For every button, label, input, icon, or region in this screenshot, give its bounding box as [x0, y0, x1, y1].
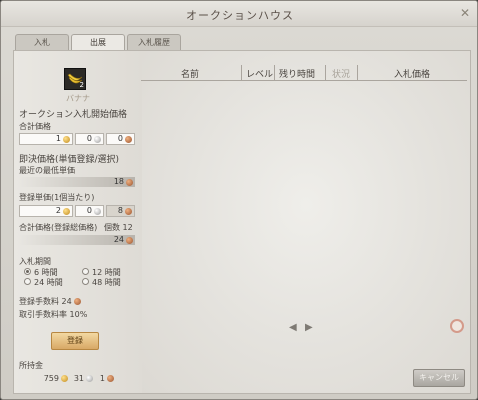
money-gold: 759: [43, 374, 59, 383]
silver-coin-icon: [94, 136, 101, 143]
column-divider: [325, 65, 326, 80]
start-total-label: 合計価格: [19, 122, 51, 131]
buyout-heading: 即決価格(単価登録/選択): [19, 155, 120, 165]
tab-bid[interactable]: 入札: [15, 34, 69, 50]
column-name[interactable]: 名前: [181, 67, 199, 80]
duration-label: 入札期間: [19, 257, 51, 266]
money-label: 所持金: [19, 361, 43, 370]
gold-coin-icon: [63, 136, 70, 143]
column-divider: [274, 65, 275, 80]
start-silver-input[interactable]: 0: [75, 133, 104, 145]
money-copper: 1: [99, 374, 105, 383]
table-header-divider: [141, 80, 467, 81]
money-silver: 31: [73, 374, 84, 383]
silver-coin-icon: [86, 375, 93, 382]
radio-48h[interactable]: [82, 278, 89, 285]
title-bar[interactable]: オークションハウス ✕: [1, 1, 477, 27]
item-name: バナナ: [66, 94, 90, 103]
window-title: オークションハウス: [186, 9, 294, 22]
copper-coin-icon: [125, 208, 132, 215]
stack-count: 2: [79, 81, 84, 89]
trade-fee-text: 取引手数料率 10%: [19, 310, 88, 319]
cancel-button[interactable]: キャンセル: [413, 369, 465, 387]
unit-silver-input[interactable]: 0: [75, 205, 104, 217]
column-time-left[interactable]: 残り時間: [279, 67, 315, 80]
refresh-icon[interactable]: [450, 319, 464, 333]
page-next-icon[interactable]: ▶: [305, 322, 313, 333]
copper-coin-icon: [125, 136, 132, 143]
listing-results-area: [142, 51, 470, 393]
recent-lowest-label: 最近の最低単価: [19, 166, 75, 175]
register-button[interactable]: 登録: [51, 332, 99, 350]
start-copper-input[interactable]: 0: [106, 133, 135, 145]
radio-12h[interactable]: [82, 268, 89, 275]
copper-coin-icon: [107, 375, 114, 382]
copper-coin-icon: [126, 179, 133, 186]
gold-coin-icon: [63, 208, 70, 215]
radio-24h[interactable]: [24, 278, 31, 285]
start-gold-input[interactable]: 1: [19, 133, 73, 145]
gold-coin-icon: [61, 375, 68, 382]
tab-listing[interactable]: 出展: [71, 34, 125, 51]
column-divider: [241, 65, 242, 80]
recent-lowest-value: 18: [19, 177, 135, 187]
column-divider: [357, 65, 358, 80]
register-fee-text: 登録手数料 24: [19, 296, 81, 307]
unit-gold-input[interactable]: 2: [19, 205, 73, 217]
unit-copper-input[interactable]: 8: [106, 205, 135, 217]
copper-coin-icon: [126, 237, 133, 244]
listing-form: 2 バナナ オークション入札開始価格 合計価格 1 0 0 即決価格(単価登録/…: [14, 51, 142, 393]
unit-price-label: 登録単価(1個当たり): [19, 193, 95, 202]
column-level[interactable]: レベル: [246, 67, 273, 80]
total-registered-value: 24: [19, 235, 135, 245]
radio-6h[interactable]: [24, 268, 31, 275]
total-registered-label: 合計価格(登録総価格): [19, 223, 98, 232]
start-price-heading: オークション入札開始価格: [19, 110, 128, 120]
column-status[interactable]: 状況: [332, 67, 350, 80]
quantity-label: 個数 12: [104, 223, 133, 232]
silver-coin-icon: [94, 208, 101, 215]
tab-bid-history[interactable]: 入札履歴: [127, 34, 181, 50]
auction-house-window: オークションハウス ✕ 入札 出展 入札履歴 2 バナナ オークション入札開始価…: [0, 0, 478, 400]
close-icon[interactable]: ✕: [457, 5, 473, 21]
item-slot[interactable]: 2: [64, 68, 86, 90]
column-bid-price[interactable]: 入札価格: [394, 67, 430, 80]
copper-coin-icon: [73, 298, 81, 305]
content-panel: 2 バナナ オークション入札開始価格 合計価格 1 0 0 即決価格(単価登録/…: [13, 50, 471, 394]
page-prev-icon[interactable]: ◀: [289, 322, 297, 333]
